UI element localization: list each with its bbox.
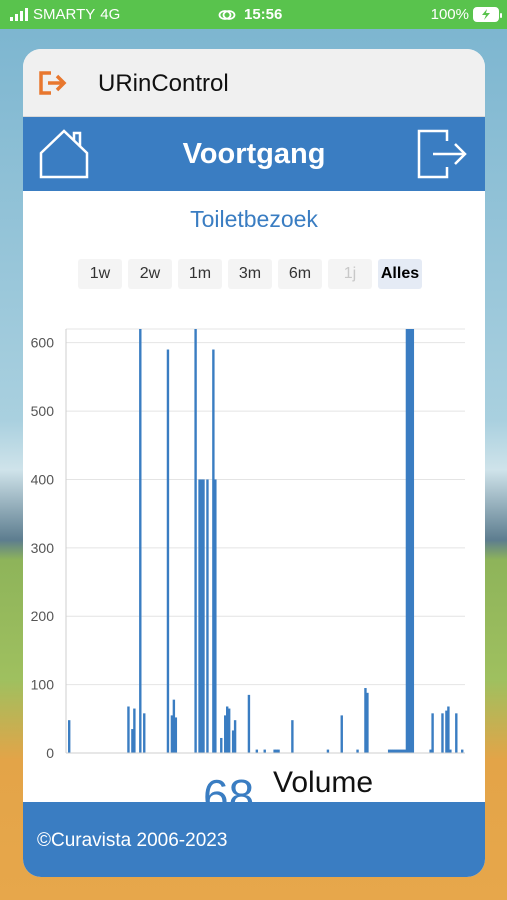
chart-bar[interactable] [255,749,259,753]
chart-bar[interactable] [143,713,146,753]
clock: 15:56 [244,6,283,23]
y-tick-label: 200 [31,608,55,624]
link-icon [218,9,236,20]
section-title: Toiletbezoek [190,206,318,232]
chart-bar[interactable] [227,708,231,753]
chart-bar[interactable] [233,720,237,753]
chart-bar[interactable] [431,713,434,753]
chart-bar[interactable] [263,749,266,753]
chart-bar[interactable] [206,479,209,753]
app-title: URinControl [98,70,229,97]
y-tick-label: 100 [31,677,55,693]
chart-bar[interactable] [455,713,458,753]
battery-percent: 100% [430,6,469,23]
y-tick-label: 0 [46,745,54,761]
chart: 0 100 200 300 400 500 600 [23,319,485,799]
range-button-1j: 1j [328,259,372,289]
chart-bar[interactable] [220,737,223,753]
chart-bar[interactable] [366,692,369,753]
chart-bar[interactable] [139,329,142,753]
exit-icon[interactable] [415,127,471,181]
chart-bar[interactable] [133,708,136,753]
range-button-3m[interactable]: 3m [228,259,272,289]
chart-bar[interactable] [291,720,294,753]
footer: ©Curavista 2006-2023 [23,802,485,877]
chart-bar[interactable] [340,715,343,753]
range-selector: 1w 2w 1m 3m 6m 1j Alles [78,259,422,289]
legend-label: Volume [273,766,374,799]
network-label: 4G [100,6,121,23]
y-tick-label: 600 [31,335,55,351]
chart-bar[interactable] [277,749,280,753]
y-tick-label: 500 [31,403,55,419]
app-title-bar: URinControl [23,49,485,117]
chart-svg: 0 100 200 300 400 500 600 [31,328,465,761]
range-button-alles[interactable]: Alles [378,259,422,289]
carrier-label: SMARTY [33,6,96,23]
footer-copyright: ©Curavista 2006-2023 [37,830,228,851]
chart-bar[interactable] [202,479,205,753]
y-tick-label: 400 [31,471,55,487]
status-bar-center: 15:56 [218,6,282,23]
signal-icon [10,8,28,21]
y-tick-label: 300 [31,540,55,556]
nav-bar: Voortgang [23,117,485,191]
status-bar-right: 100% [430,6,502,23]
range-button-1m[interactable]: 1m [178,259,222,289]
chart-bar[interactable] [441,713,444,753]
chart-bar[interactable] [447,706,450,753]
battery-icon [473,7,502,22]
chart-bar[interactable] [68,720,71,753]
chart-bar[interactable] [214,479,217,753]
status-bar-left: SMARTY 4G [10,6,120,23]
chart-bar[interactable] [166,349,170,753]
chart-bar[interactable] [411,329,415,753]
range-button-6m[interactable]: 6m [278,259,322,289]
chart-bar[interactable] [461,749,464,753]
legend: 68 Volume [203,761,463,822]
chart-bar[interactable] [174,717,178,753]
chart-bar[interactable] [449,749,452,753]
chart-bar[interactable] [247,694,251,753]
chart-bar[interactable] [356,749,359,753]
app-card: URinControl Voortgang Toiletbezoek 1w 2w 1… [23,49,485,877]
chart-bar[interactable] [127,706,130,753]
chart-bar[interactable] [194,329,197,753]
status-bar: SMARTY 4G 15:56 100% [0,0,507,29]
chart-bar[interactable] [326,749,330,753]
range-button-1w[interactable]: 1w [78,259,122,289]
logout-icon[interactable] [37,69,69,97]
range-button-2w[interactable]: 2w [128,259,172,289]
